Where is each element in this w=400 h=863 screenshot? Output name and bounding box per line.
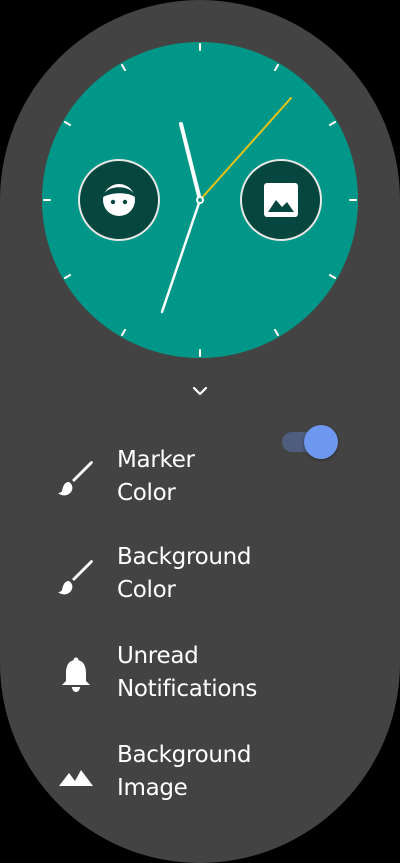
unread-notifications-toggle[interactable] [282, 425, 340, 459]
toggle-thumb [304, 425, 338, 459]
watch-config-screen: Marker Color Background Color Unread Not… [0, 0, 400, 863]
brush-icon [58, 461, 93, 496]
background-color-line1: Background [117, 544, 252, 570]
marker-color-line2: Color [117, 480, 176, 506]
marker-color-line1: Marker [117, 447, 195, 473]
background-image-line2: Image [117, 775, 188, 801]
landscape-icon [59, 770, 93, 786]
expand-button[interactable] [186, 377, 214, 405]
chevron-down-icon [192, 386, 208, 396]
watch-face-preview [42, 42, 358, 358]
unread-notifications-line2: Notifications [117, 676, 258, 702]
right-complication-button[interactable] [240, 159, 322, 241]
left-complication-button[interactable] [78, 159, 160, 241]
setting-unread-notifications[interactable]: Unread Notifications [0, 628, 400, 718]
setting-marker-color[interactable]: Marker Color [0, 430, 400, 520]
face-icon [103, 184, 135, 216]
unread-notifications-line1: Unread [117, 643, 199, 669]
background-color-line2: Color [117, 577, 176, 603]
watch-face-svg [42, 42, 358, 358]
hands-pivot-center [198, 198, 202, 202]
setting-background-color[interactable]: Background Color [0, 529, 400, 619]
brush-icon [58, 560, 93, 595]
setting-background-image[interactable]: Background Image [0, 727, 400, 817]
image-icon [264, 183, 298, 217]
bell-icon [62, 657, 90, 692]
background-image-line1: Background [117, 742, 252, 768]
